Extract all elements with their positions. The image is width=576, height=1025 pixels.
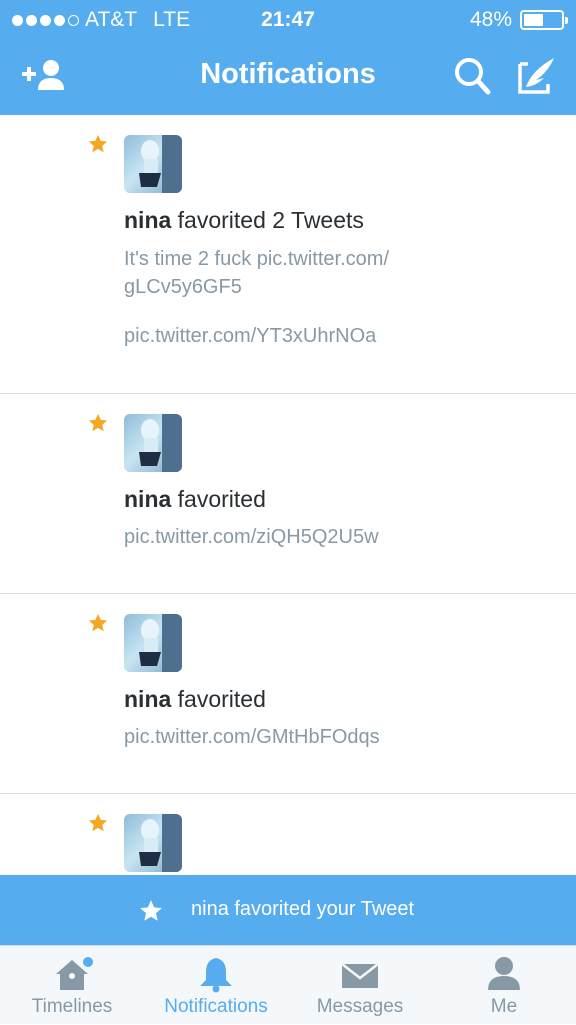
user-name[interactable]: nina xyxy=(124,486,171,512)
user-name[interactable]: nina xyxy=(124,686,171,712)
search-button[interactable] xyxy=(450,54,500,98)
notification-row[interactable] xyxy=(0,794,576,875)
tweet-link[interactable]: pic.twitter.com/GMtHbFOdqs xyxy=(124,723,454,751)
notification-headline: nina favorited xyxy=(124,686,266,713)
compose-button[interactable] xyxy=(514,54,564,98)
tweet-link[interactable]: pic.twitter.com/ziQH5Q2U5w xyxy=(124,523,454,551)
tab-label: Notifications xyxy=(164,996,268,1017)
notification-action: favorited 2 Tweets xyxy=(177,207,364,233)
tab-me[interactable]: Me xyxy=(432,946,576,1025)
status-bar: AT&T LTE 21:47 48% xyxy=(0,0,576,38)
notification-row[interactable]: nina favorited 2 Tweets It's time 2 fuck… xyxy=(0,115,576,394)
battery-percent: 48% xyxy=(469,8,512,31)
user-name[interactable]: nina xyxy=(124,207,171,233)
notification-banner[interactable]: nina favorited your Tweet xyxy=(0,875,576,945)
tab-label: Timelines xyxy=(31,996,113,1017)
person-icon xyxy=(488,957,520,990)
tab-notifications[interactable]: Notifications xyxy=(144,946,288,1025)
search-icon xyxy=(455,58,491,95)
banner-text: nina favorited your Tweet xyxy=(191,898,415,920)
envelope-icon xyxy=(341,963,379,988)
notification-headline: nina favorited xyxy=(124,486,266,513)
star-icon xyxy=(88,813,108,832)
avatar[interactable] xyxy=(124,614,182,672)
battery-icon xyxy=(520,10,568,30)
tweet-link[interactable]: pic.twitter.com/YT3xUhrNOa xyxy=(124,322,454,350)
status-right: 48% xyxy=(469,8,568,32)
notification-row[interactable]: nina favorited pic.twitter.com/GMtHbFOdq… xyxy=(0,594,576,794)
notification-action: favorited xyxy=(177,486,266,512)
notification-row[interactable]: nina favorited pic.twitter.com/ziQH5Q2U5… xyxy=(0,394,576,594)
notification-action: favorited xyxy=(177,686,266,712)
tab-messages[interactable]: Messages xyxy=(288,946,432,1025)
star-icon xyxy=(88,613,108,632)
tweet-text[interactable]: It's time 2 fuck pic.twitter.com/ gLCv5y… xyxy=(124,245,454,301)
app-header: AT&T LTE 21:47 48% Notifications xyxy=(0,0,576,115)
tab-label: Me xyxy=(490,996,518,1017)
tab-label: Messages xyxy=(316,996,404,1017)
avatar[interactable] xyxy=(124,414,182,472)
compose-icon xyxy=(518,58,554,94)
star-icon xyxy=(88,413,108,432)
notification-headline: nina favorited 2 Tweets xyxy=(124,207,364,234)
star-icon xyxy=(140,900,162,921)
home-icon xyxy=(56,957,93,990)
tweet-text-line: It's time 2 fuck pic.twitter.com/ xyxy=(124,248,389,270)
star-icon xyxy=(88,134,108,153)
tab-bar: Timelines Notifications Messages Me xyxy=(0,945,576,1024)
avatar[interactable] xyxy=(124,814,182,872)
tab-timelines[interactable]: Timelines xyxy=(0,946,144,1025)
bell-icon xyxy=(200,958,232,993)
notification-list[interactable]: nina favorited 2 Tweets It's time 2 fuck… xyxy=(0,115,576,875)
tweet-text-line: gLCv5y6GF5 xyxy=(124,276,242,298)
avatar[interactable] xyxy=(124,135,182,193)
